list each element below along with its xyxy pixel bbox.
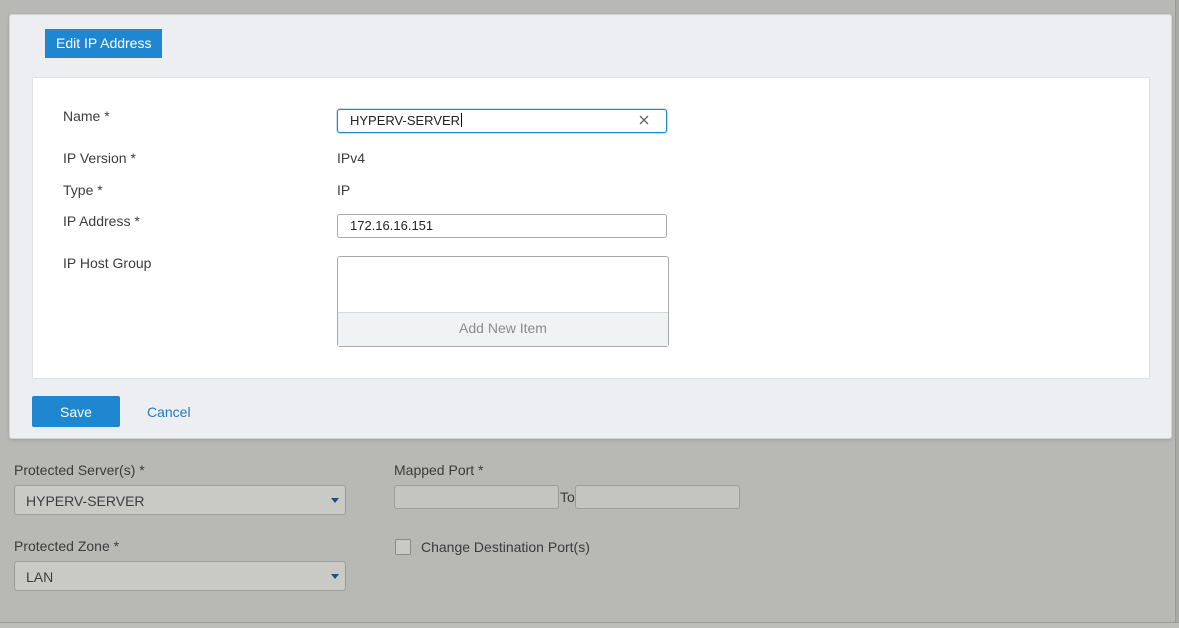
name-input-value: HYPERV-SERVER [350,113,461,128]
mapped-port-to-input[interactable] [575,485,740,509]
edit-ip-address-dialog: Edit IP Address Name * HYPERV-SERVER IP … [9,14,1172,439]
dialog-title: Edit IP Address [45,29,163,58]
mapped-port-label: Mapped Port * [394,462,484,478]
type-value: IP [337,182,351,198]
save-button[interactable]: Save [32,396,120,427]
name-label: Name * [63,108,110,124]
cancel-link[interactable]: Cancel [147,404,191,420]
mapped-port-from-input[interactable] [394,485,559,509]
scrollbar-edge [1175,0,1179,628]
ip-address-label: IP Address * [63,213,140,229]
ip-address-input[interactable]: 172.16.16.151 [337,214,667,238]
close-icon[interactable] [638,114,650,126]
protected-zone-label: Protected Zone * [14,538,120,554]
protected-zone-select[interactable]: LAN [14,561,346,591]
caret-down-icon [331,498,339,503]
add-new-item-button[interactable]: Add New Item [338,312,668,346]
ip-host-group-list[interactable]: Add New Item [337,256,669,347]
form-card: Name * HYPERV-SERVER IP Version * IPv4 T… [32,77,1150,379]
ip-host-group-label: IP Host Group [63,255,152,271]
page-bottom-edge [0,622,1179,628]
protected-servers-value: HYPERV-SERVER [26,493,145,509]
ip-version-value: IPv4 [337,150,366,166]
change-destination-checkbox[interactable] [395,539,411,555]
name-input[interactable]: HYPERV-SERVER [337,109,667,133]
ip-address-value: 172.16.16.151 [350,218,434,233]
protected-zone-value: LAN [26,569,54,585]
caret-down-icon [331,574,339,579]
protected-servers-select[interactable]: HYPERV-SERVER [14,485,346,515]
type-label: Type * [63,182,103,198]
mapped-port-to-label: To [560,489,575,505]
change-destination-label: Change Destination Port(s) [421,539,590,555]
protected-servers-label: Protected Server(s) * [14,462,145,478]
text-cursor [461,113,463,127]
ip-version-label: IP Version * [63,150,136,166]
